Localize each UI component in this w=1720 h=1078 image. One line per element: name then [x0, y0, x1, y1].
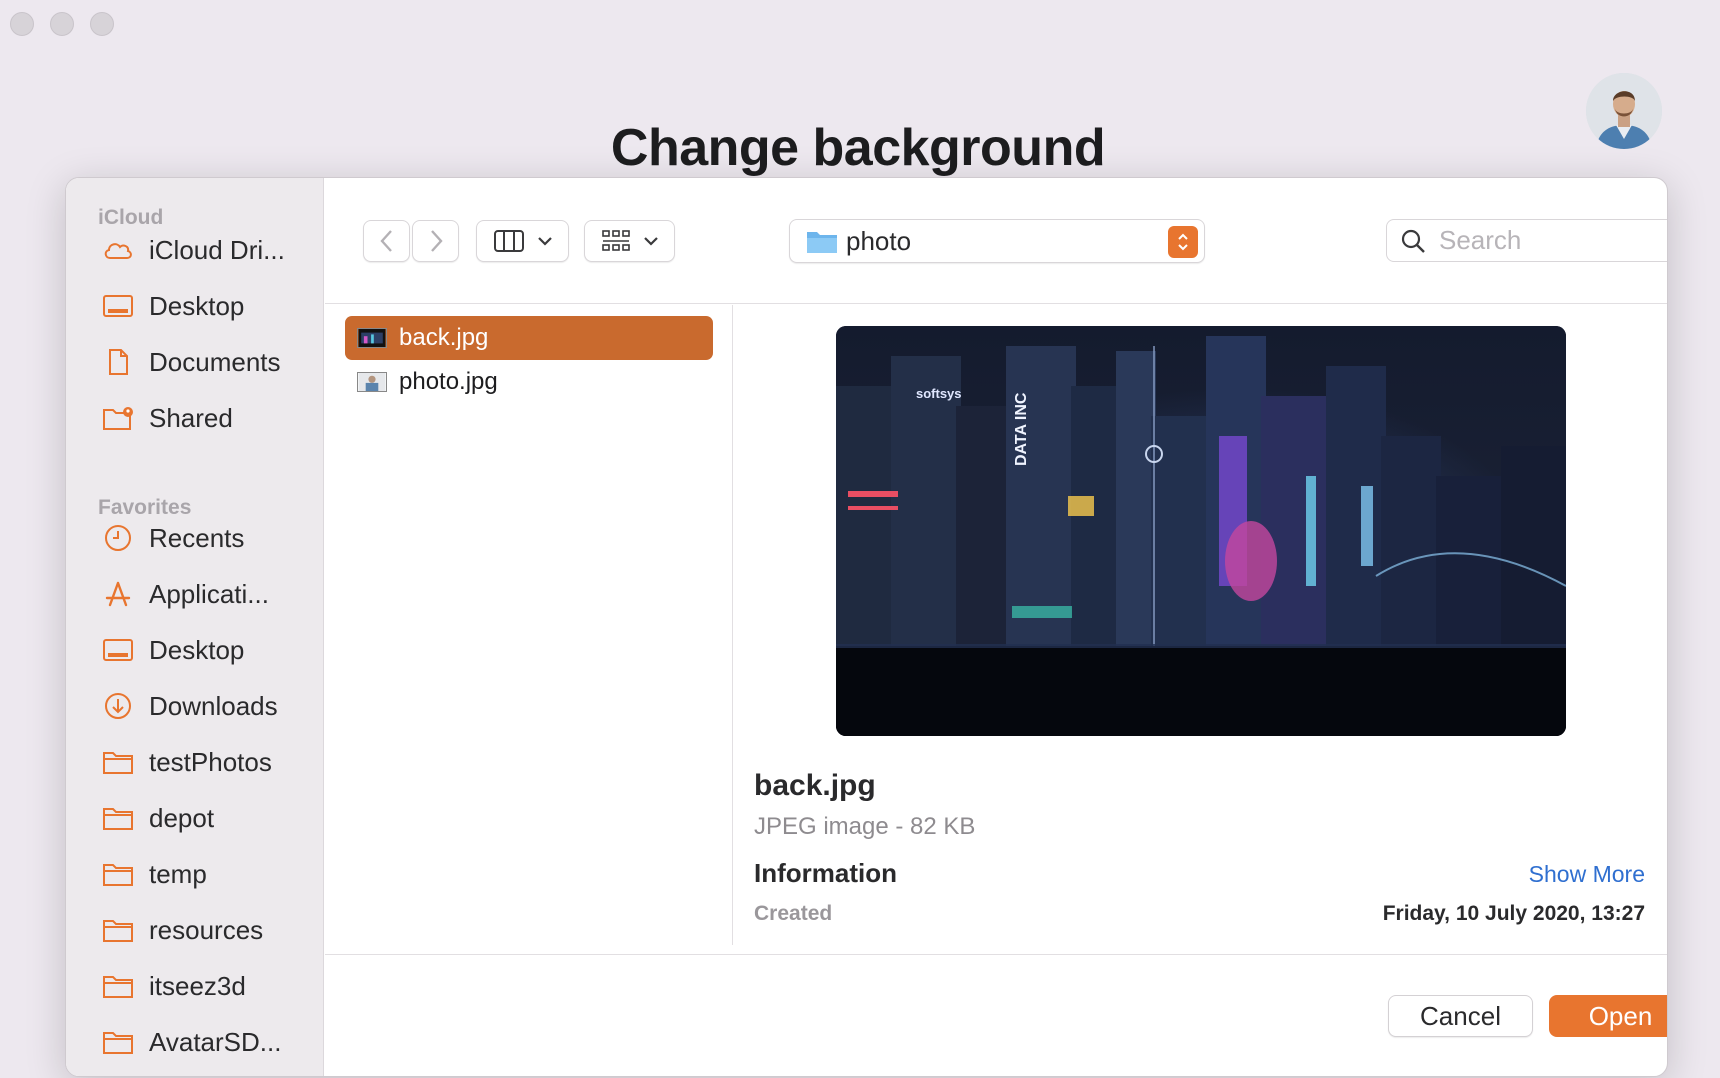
- sidebar-header-icloud: iCloud: [98, 206, 164, 229]
- search-field[interactable]: [1386, 219, 1667, 262]
- file-row-photo-jpg[interactable]: photo.jpg: [345, 360, 713, 404]
- sidebar-item-itseez3d[interactable]: itseez3d: [101, 966, 246, 1006]
- clock-icon: [101, 523, 135, 553]
- sidebar-item-label: testPhotos: [149, 746, 272, 777]
- chevron-down-icon: [537, 237, 552, 246]
- sidebar-item-label: Documents: [149, 346, 281, 377]
- sidebar-item-label: Downloads: [149, 690, 278, 721]
- location-label: photo: [846, 225, 912, 256]
- page-title: Change background: [610, 119, 1106, 177]
- sidebar-header-favorites: Favorites: [98, 496, 192, 519]
- sidebar-item-applications[interactable]: Applicati...: [101, 574, 269, 614]
- window-controls: [10, 12, 114, 36]
- preview-image-text: DATA INC: [1013, 392, 1030, 466]
- created-value: Friday, 10 July 2020, 13:27: [1382, 902, 1645, 925]
- sidebar-item-documents[interactable]: Documents: [101, 342, 281, 382]
- sidebar-item-label: resources: [149, 914, 264, 945]
- sidebar-item-label: Shared: [149, 402, 233, 433]
- minimize-window-button[interactable]: [50, 12, 74, 36]
- browser-pane: photo back.jpg photo.jpg: [325, 178, 1667, 1076]
- sidebar-item-label: temp: [149, 858, 207, 889]
- folder-icon: [101, 915, 135, 945]
- sidebar-item-label: Recents: [149, 522, 245, 553]
- shared-folder-icon: [101, 403, 135, 433]
- information-header: Information: [754, 858, 897, 888]
- preview-file-name: back.jpg: [754, 769, 876, 802]
- document-icon: [101, 347, 135, 377]
- file-row-back-jpg[interactable]: back.jpg: [345, 316, 713, 360]
- preview-image: softsys DATA INC: [836, 326, 1566, 736]
- cancel-button[interactable]: Cancel: [1388, 995, 1533, 1037]
- open-file-dialog: iCloud iCloud Dri... Desktop Documents S…: [65, 177, 1668, 1077]
- location-popup[interactable]: photo: [789, 219, 1205, 263]
- file-name: back.jpg: [399, 324, 489, 351]
- sidebar-item-recents[interactable]: Recents: [101, 518, 244, 558]
- sidebar-item-testphotos[interactable]: testPhotos: [101, 742, 272, 782]
- desktop-icon: [101, 635, 135, 665]
- desktop-icon: [101, 291, 135, 321]
- chevron-left-icon: [379, 230, 392, 252]
- folder-icon: [807, 232, 837, 253]
- back-button[interactable]: [363, 220, 410, 262]
- open-button[interactable]: Open: [1549, 995, 1667, 1037]
- sidebar-item-desktop-favorite[interactable]: Desktop: [101, 630, 244, 670]
- preview-file-type: JPEG image - 82 KB: [754, 813, 976, 840]
- sidebar-item-temp[interactable]: temp: [101, 854, 207, 894]
- toolbar: photo: [325, 178, 1667, 304]
- sidebar-item-shared[interactable]: Shared: [101, 398, 233, 438]
- forward-button[interactable]: [412, 220, 459, 262]
- sidebar-item-label: itseez3d: [149, 970, 246, 1001]
- sidebar-item-label: Applicati...: [149, 578, 269, 609]
- download-icon: [101, 691, 135, 721]
- image-file-icon: [357, 328, 387, 348]
- sidebar-item-label: Desktop: [149, 290, 245, 321]
- chevron-right-icon: [430, 230, 443, 252]
- cloud-icon: [101, 235, 135, 265]
- dialog-footer: Cancel Open: [325, 954, 1667, 1076]
- sidebar-item-downloads[interactable]: Downloads: [101, 686, 278, 726]
- search-icon: [1401, 229, 1425, 253]
- image-file-icon: [357, 372, 387, 392]
- sidebar-item-label: AvatarSD...: [149, 1026, 282, 1057]
- zoom-window-button[interactable]: [90, 12, 114, 36]
- up-down-stepper-icon: [1168, 226, 1198, 258]
- sidebar-item-resources[interactable]: resources: [101, 910, 263, 950]
- sidebar-item-label: Desktop: [149, 634, 245, 665]
- sidebar-item-avatarsdk[interactable]: AvatarSD...: [101, 1022, 281, 1062]
- folder-icon: [101, 859, 135, 889]
- folder-icon: [101, 1027, 135, 1057]
- grid-icon: [601, 230, 630, 251]
- show-more-link[interactable]: Show More: [1529, 861, 1645, 888]
- sidebar-item-depot[interactable]: depot: [101, 798, 214, 838]
- folder-icon: [101, 747, 135, 777]
- chevron-down-icon: [643, 237, 658, 246]
- close-window-button[interactable]: [10, 12, 34, 36]
- applications-icon: [101, 579, 135, 609]
- sidebar: iCloud iCloud Dri... Desktop Documents S…: [66, 178, 324, 1076]
- search-input[interactable]: [1439, 225, 1667, 256]
- columns-icon: [493, 230, 524, 252]
- group-by-button[interactable]: [584, 220, 675, 262]
- sidebar-item-label: iCloud Dri...: [149, 234, 285, 265]
- file-name: photo.jpg: [399, 368, 498, 395]
- created-label: Created: [754, 902, 833, 925]
- sidebar-item-icloud-drive[interactable]: iCloud Dri...: [101, 230, 285, 270]
- preview-pane: softsys DATA INC back.jpg JPEG image - 8…: [734, 305, 1667, 945]
- sidebar-item-label: depot: [149, 802, 215, 833]
- file-list: back.jpg photo.jpg: [325, 305, 733, 945]
- view-mode-button[interactable]: [476, 220, 569, 262]
- sidebar-item-desktop[interactable]: Desktop: [101, 286, 244, 326]
- preview-image-text: softsys: [916, 386, 962, 401]
- folder-icon: [101, 803, 135, 833]
- folder-icon: [101, 971, 135, 1001]
